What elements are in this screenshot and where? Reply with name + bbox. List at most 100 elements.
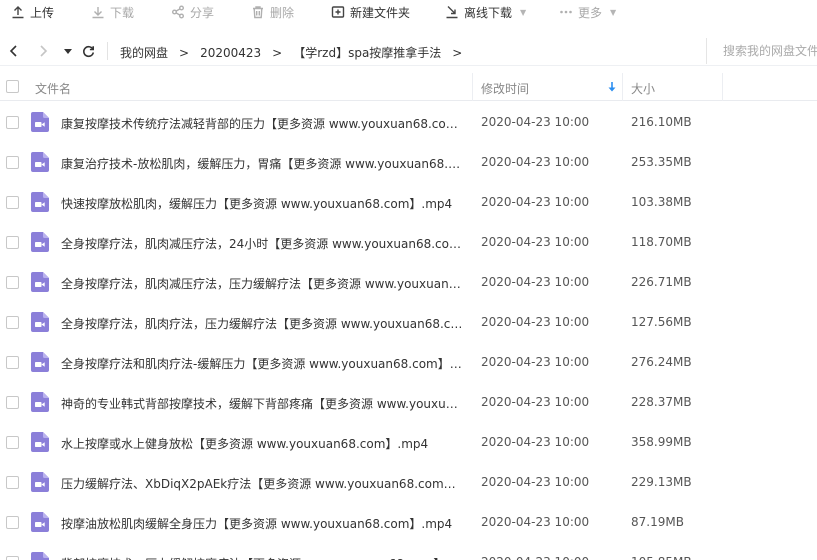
- refresh-icon[interactable]: [80, 43, 96, 59]
- download-button[interactable]: 下载: [90, 0, 134, 24]
- breadcrumb-item[interactable]: 我的网盘: [120, 44, 168, 61]
- row-checkbox[interactable]: [6, 396, 19, 409]
- column-divider[interactable]: [622, 73, 623, 101]
- column-header-size[interactable]: 大小: [631, 80, 655, 97]
- file-name[interactable]: 快速按摩放松肌肉，缓解压力【更多资源 www.youxuan68.com】.mp…: [61, 195, 463, 212]
- file-modified-time: 2020-04-23 10:00: [481, 315, 590, 329]
- share-icon: [170, 4, 186, 20]
- table-header: 文件名 修改时间 大小: [0, 73, 817, 101]
- breadcrumb-separator-icon: >: [452, 45, 463, 60]
- file-size: 87.19MB: [631, 515, 684, 529]
- table-row[interactable]: 快速按摩放松肌肉，缓解压力【更多资源 www.youxuan68.com】.mp…: [0, 182, 817, 222]
- trash-icon: [250, 4, 266, 20]
- video-file-icon: [31, 232, 49, 252]
- row-checkbox[interactable]: [6, 236, 19, 249]
- file-modified-time: 2020-04-23 10:00: [481, 475, 590, 489]
- file-name[interactable]: 全身按摩疗法和肌肉疗法-缓解压力【更多资源 www.youxuan68.com】…: [61, 355, 463, 372]
- table-row[interactable]: 全身按摩疗法，肌肉疗法，压力缓解疗法【更多资源 www.youxuan68.co…: [0, 302, 817, 342]
- file-name[interactable]: 康复按摩技术传统疗法减轻背部的压力【更多资源 www.youxuan68.com…: [61, 115, 463, 132]
- table-row[interactable]: 水上按摩或水上健身放松【更多资源 www.youxuan68.com】.mp4 2…: [0, 422, 817, 462]
- row-checkbox[interactable]: [6, 516, 19, 529]
- delete-button[interactable]: 删除: [250, 0, 294, 24]
- sort-down-arrow-icon[interactable]: [607, 81, 617, 93]
- row-checkbox[interactable]: [6, 276, 19, 289]
- more-button[interactable]: 更多 ▼: [558, 0, 616, 24]
- file-name[interactable]: 康复治疗技术-放松肌肉，缓解压力，胃痛【更多资源 www.youxuan68.c…: [61, 155, 463, 172]
- new-folder-button[interactable]: 新建文件夹: [330, 0, 410, 24]
- table-row[interactable]: 康复按摩技术传统疗法减轻背部的压力【更多资源 www.youxuan68.com…: [0, 102, 817, 142]
- file-modified-time: 2020-04-23 10:00: [481, 555, 589, 560]
- file-size: 253.35MB: [631, 155, 692, 169]
- video-file-icon: [31, 512, 49, 532]
- column-header-name[interactable]: 文件名: [35, 80, 71, 97]
- file-modified-time: 2020-04-23 10:00: [481, 115, 590, 129]
- breadcrumb-item[interactable]: 【学rzd】spa按摩推拿手法: [293, 44, 441, 61]
- file-modified-time: 2020-04-23 10:00: [481, 355, 590, 369]
- table-row[interactable]: 全身按摩疗法，肌肉减压疗法，压力缓解疗法【更多资源 www.youxuan68.…: [0, 262, 817, 302]
- file-name[interactable]: 神奇的专业韩式背部按摩技术，缓解下背部疼痛【更多资源 www.youxuan68…: [61, 395, 463, 412]
- row-checkbox[interactable]: [6, 196, 19, 209]
- row-checkbox[interactable]: [6, 356, 19, 369]
- file-size: 216.10MB: [631, 115, 692, 129]
- row-checkbox[interactable]: [6, 156, 19, 169]
- history-dropdown-icon[interactable]: [60, 43, 76, 59]
- file-modified-time: 2020-04-23 10:00: [481, 195, 590, 209]
- offline-download-icon: [444, 4, 460, 20]
- offline-download-button[interactable]: 离线下载 ▼: [444, 0, 526, 24]
- row-checkbox[interactable]: [6, 436, 19, 449]
- table-row[interactable]: 神奇的专业韩式背部按摩技术，缓解下背部疼痛【更多资源 www.youxuan68…: [0, 382, 817, 422]
- chevron-down-icon[interactable]: ▼: [610, 8, 616, 17]
- table-row[interactable]: 背部按摩技术，压力缓解按摩疗法【更多资源 www.youxuan68.com】.…: [0, 542, 817, 560]
- breadcrumb-item[interactable]: 20200423: [200, 46, 261, 60]
- file-size: 229.13MB: [631, 475, 692, 489]
- table-row[interactable]: 全身按摩疗法，肌肉减压疗法，24小时【更多资源 www.youxuan68.co…: [0, 222, 817, 262]
- column-header-modified[interactable]: 修改时间: [481, 80, 529, 97]
- file-size: 127.56MB: [631, 315, 692, 329]
- file-modified-time: 2020-04-23 10:00: [481, 155, 590, 169]
- share-button[interactable]: 分享: [170, 0, 214, 24]
- table-row[interactable]: 压力缓解疗法、XbDiqX2pAEk疗法【更多资源 www.youxuan68.…: [0, 462, 817, 502]
- file-name[interactable]: 全身按摩疗法，肌肉疗法，压力缓解疗法【更多资源 www.youxuan68.co…: [61, 315, 463, 332]
- upload-label: 上传: [30, 5, 55, 20]
- navigation-bar: 我的网盘 > 20200423 > 【学rzd】spa按摩推拿手法 >: [0, 36, 817, 66]
- upload-icon: [10, 4, 26, 20]
- forward-arrow-icon[interactable]: [35, 43, 51, 59]
- file-name[interactable]: 水上按摩或水上健身放松【更多资源 www.youxuan68.com】.mp4: [61, 435, 463, 452]
- column-divider[interactable]: [472, 73, 473, 101]
- file-size: 358.99MB: [631, 435, 692, 449]
- file-name[interactable]: 全身按摩疗法，肌肉减压疗法，压力缓解疗法【更多资源 www.youxuan68.…: [61, 275, 463, 292]
- file-modified-time: 2020-04-23 10:00: [481, 275, 590, 289]
- table-row[interactable]: 全身按摩疗法和肌肉疗法-缓解压力【更多资源 www.youxuan68.com】…: [0, 342, 817, 382]
- file-size: 118.70MB: [631, 235, 692, 249]
- chevron-down-icon[interactable]: ▼: [520, 8, 526, 17]
- file-name[interactable]: 压力缓解疗法、XbDiqX2pAEk疗法【更多资源 www.youxuan68.…: [61, 475, 463, 492]
- ellipsis-icon: [558, 4, 574, 20]
- video-file-icon: [31, 392, 49, 412]
- file-name[interactable]: 全身按摩疗法，肌肉减压疗法，24小时【更多资源 www.youxuan68.co…: [61, 235, 463, 252]
- file-name[interactable]: 按摩油放松肌肉缓解全身压力【更多资源 www.youxuan68.com】.mp…: [61, 515, 463, 532]
- row-checkbox[interactable]: [6, 316, 19, 329]
- back-arrow-icon[interactable]: [6, 43, 22, 59]
- video-file-icon: [31, 312, 49, 332]
- video-file-icon: [31, 272, 49, 292]
- row-checkbox[interactable]: [6, 116, 19, 129]
- file-size: 228.37MB: [631, 395, 692, 409]
- table-row[interactable]: 按摩油放松肌肉缓解全身压力【更多资源 www.youxuan68.com】.mp…: [0, 502, 817, 542]
- breadcrumb: 我的网盘 > 20200423 > 【学rzd】spa按摩推拿手法 >: [120, 44, 473, 61]
- table-row[interactable]: 康复治疗技术-放松肌肉，缓解压力，胃痛【更多资源 www.youxuan68.c…: [0, 142, 817, 182]
- video-file-icon: [31, 192, 49, 212]
- file-modified-time: 2020-04-23 10:00: [481, 515, 590, 529]
- column-divider[interactable]: [722, 73, 723, 101]
- search-input[interactable]: [723, 44, 817, 58]
- toolbar: 上传 下载 分享 删除 新建文件夹 离线下载 ▼ 更多 ▼: [0, 0, 817, 24]
- row-checkbox[interactable]: [6, 556, 19, 560]
- row-checkbox[interactable]: [6, 476, 19, 489]
- download-label: 下载: [110, 5, 135, 20]
- video-file-icon: [31, 152, 49, 172]
- file-name[interactable]: 背部按摩技术，压力缓解按摩疗法【更多资源 www.youxuan68.com】.…: [61, 555, 463, 560]
- share-label: 分享: [190, 5, 215, 20]
- upload-button[interactable]: 上传: [10, 0, 54, 24]
- delete-label: 删除: [270, 5, 295, 20]
- search-box: [706, 38, 817, 64]
- select-all-checkbox[interactable]: [6, 80, 19, 93]
